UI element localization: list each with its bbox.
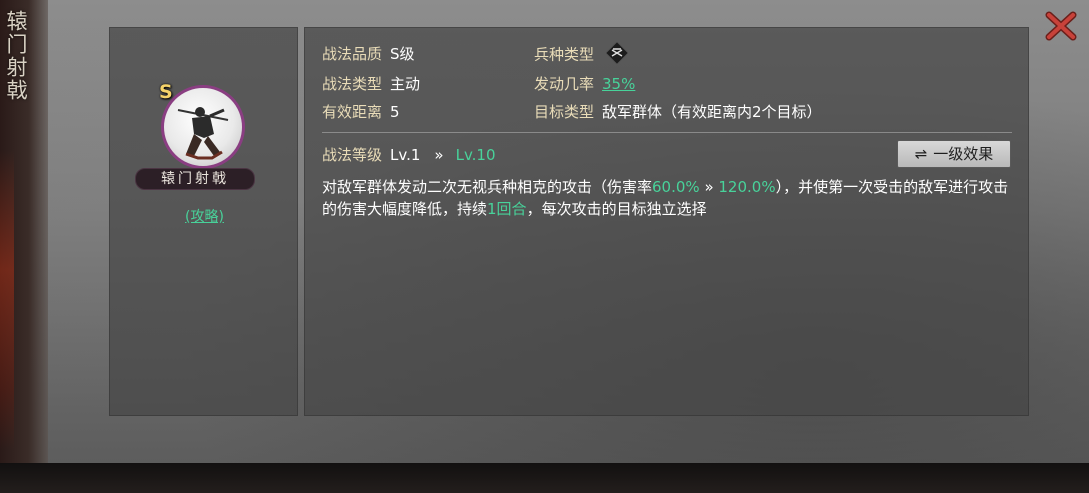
target-label: 目标类型 <box>534 103 595 121</box>
damage-rate-to: 120.0% <box>718 178 776 196</box>
effect-button-label: 一级效果 <box>933 145 994 163</box>
avatar <box>161 85 245 169</box>
quality-row: 战法品质 S级 <box>322 44 415 64</box>
strategy-link[interactable]: (攻略) <box>110 206 299 226</box>
duration-value: 1回合 <box>487 200 527 218</box>
damage-rate-from: 60.0% <box>652 178 700 196</box>
quality-label: 战法品质 <box>322 45 383 63</box>
target-value: 敌军群体（有效距离内2个目标） <box>602 103 822 121</box>
level-to: Lv.10 <box>455 146 496 164</box>
level-arrow: » <box>434 146 444 164</box>
grade-badge: S <box>159 81 173 103</box>
close-icon[interactable] <box>1044 10 1078 42</box>
desc-part3: ，每次攻击的目标独立选择 <box>526 200 707 218</box>
unit-type-row: 兵种类型 <box>534 40 630 66</box>
range-label: 有效距离 <box>322 103 383 121</box>
level-effect-button[interactable]: ⇌ 一级效果 <box>897 140 1011 168</box>
side-title: 辕门射戟 <box>4 10 28 102</box>
skill-type-label: 战法类型 <box>322 75 383 93</box>
desc-part1: 对敌军群体发动二次无视兵种相克的攻击（伤害率 <box>322 178 653 196</box>
skill-type-row: 战法类型 主动 <box>322 74 420 94</box>
range-value: 5 <box>390 103 400 121</box>
range-row: 有效距离 5 <box>322 102 400 122</box>
divider <box>322 132 1012 133</box>
level-from: Lv.1 <box>390 146 421 164</box>
damage-rate-arrow: » <box>699 178 719 196</box>
skill-type-value: 主动 <box>390 75 421 93</box>
crossbow-unit-icon <box>604 40 630 66</box>
level-label: 战法等级 <box>322 146 383 164</box>
target-row: 目标类型 敌军群体（有效距离内2个目标） <box>534 102 822 122</box>
skill-card-panel: S 辕门射戟 (攻略) <box>109 27 298 416</box>
skill-name: 辕门射戟 <box>135 168 255 190</box>
level-row: 战法等级 Lv.1 » Lv.10 <box>322 145 496 165</box>
unit-type-label: 兵种类型 <box>534 45 595 64</box>
trigger-rate-row: 发动几率 35% <box>534 74 635 94</box>
bottom-bar <box>0 463 1089 493</box>
skill-avatar: S <box>159 81 245 169</box>
archer-figure-icon <box>177 107 229 160</box>
swap-icon: ⇌ <box>914 145 928 163</box>
skill-details-panel: 战法品质 S级 兵种类型 战法类型 主动 发动几率 35% 有效距离 5 目标类型 敌军群… <box>304 27 1029 416</box>
quality-value: S级 <box>390 45 415 63</box>
skill-description: 对敌军群体发动二次无视兵种相克的攻击（伤害率60.0% » 120.0%），并使… <box>322 176 1022 220</box>
trigger-rate-value[interactable]: 35% <box>602 75 635 93</box>
trigger-rate-label: 发动几率 <box>534 75 595 93</box>
